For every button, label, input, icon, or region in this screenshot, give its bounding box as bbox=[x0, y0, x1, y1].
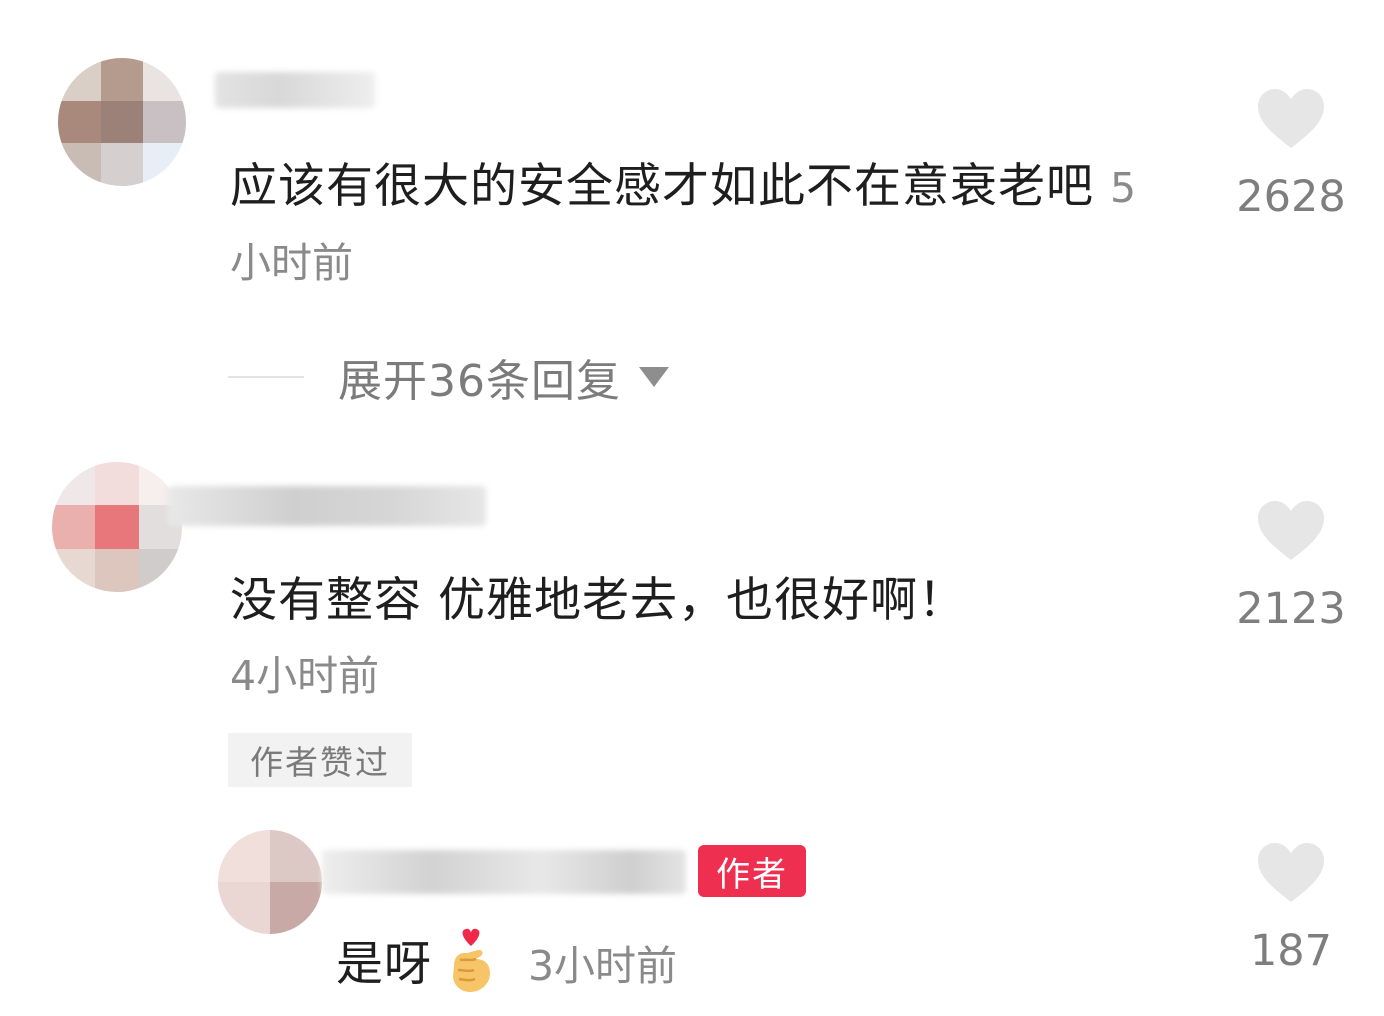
expand-replies-label: 展开36条回复 bbox=[338, 356, 621, 407]
heart-icon bbox=[1258, 89, 1324, 148]
triangle-down-icon bbox=[639, 367, 669, 387]
like-count-3: 187 bbox=[1249, 926, 1333, 976]
author-avatar[interactable] bbox=[218, 830, 322, 934]
reply-body: 是呀 bbox=[336, 937, 432, 992]
username-blurred-1[interactable] bbox=[215, 72, 375, 108]
like-button-1[interactable]: 2628 bbox=[1226, 88, 1356, 222]
comment-time-2: 4小时前 bbox=[230, 652, 380, 700]
divider-line bbox=[228, 376, 304, 378]
finger-heart-icon bbox=[440, 926, 502, 1016]
reply-text: 是呀 3小时前 bbox=[336, 926, 1136, 1016]
like-count-1: 2628 bbox=[1236, 172, 1346, 222]
comment-text-1: 应该有很大的安全感才如此不在意衰老吧 5小时前 bbox=[230, 150, 1160, 300]
user-avatar-2[interactable] bbox=[52, 462, 182, 592]
comment-body-1: 应该有很大的安全感才如此不在意衰老吧 bbox=[230, 159, 1094, 214]
reply-time: 3小时前 bbox=[527, 942, 678, 990]
heart-icon bbox=[1258, 501, 1324, 560]
user-avatar-1[interactable] bbox=[58, 58, 186, 186]
comment-text-2: 没有整容 优雅地老去，也很好啊！ 4小时前 bbox=[230, 564, 1160, 713]
like-button-2[interactable]: 2123 bbox=[1226, 500, 1356, 634]
comment-body-2: 没有整容 优雅地老去，也很好啊！ bbox=[230, 573, 966, 628]
like-button-3[interactable]: 187 bbox=[1226, 842, 1356, 976]
like-count-2: 2123 bbox=[1236, 584, 1346, 634]
author-username-blurred[interactable] bbox=[322, 850, 686, 894]
author-liked-badge: 作者赞过 bbox=[228, 733, 412, 787]
heart-icon bbox=[1258, 843, 1324, 902]
username-blurred-2[interactable] bbox=[168, 486, 486, 526]
expand-replies-button[interactable]: 展开36条回复 bbox=[228, 345, 669, 409]
author-tag: 作者 bbox=[698, 845, 806, 897]
